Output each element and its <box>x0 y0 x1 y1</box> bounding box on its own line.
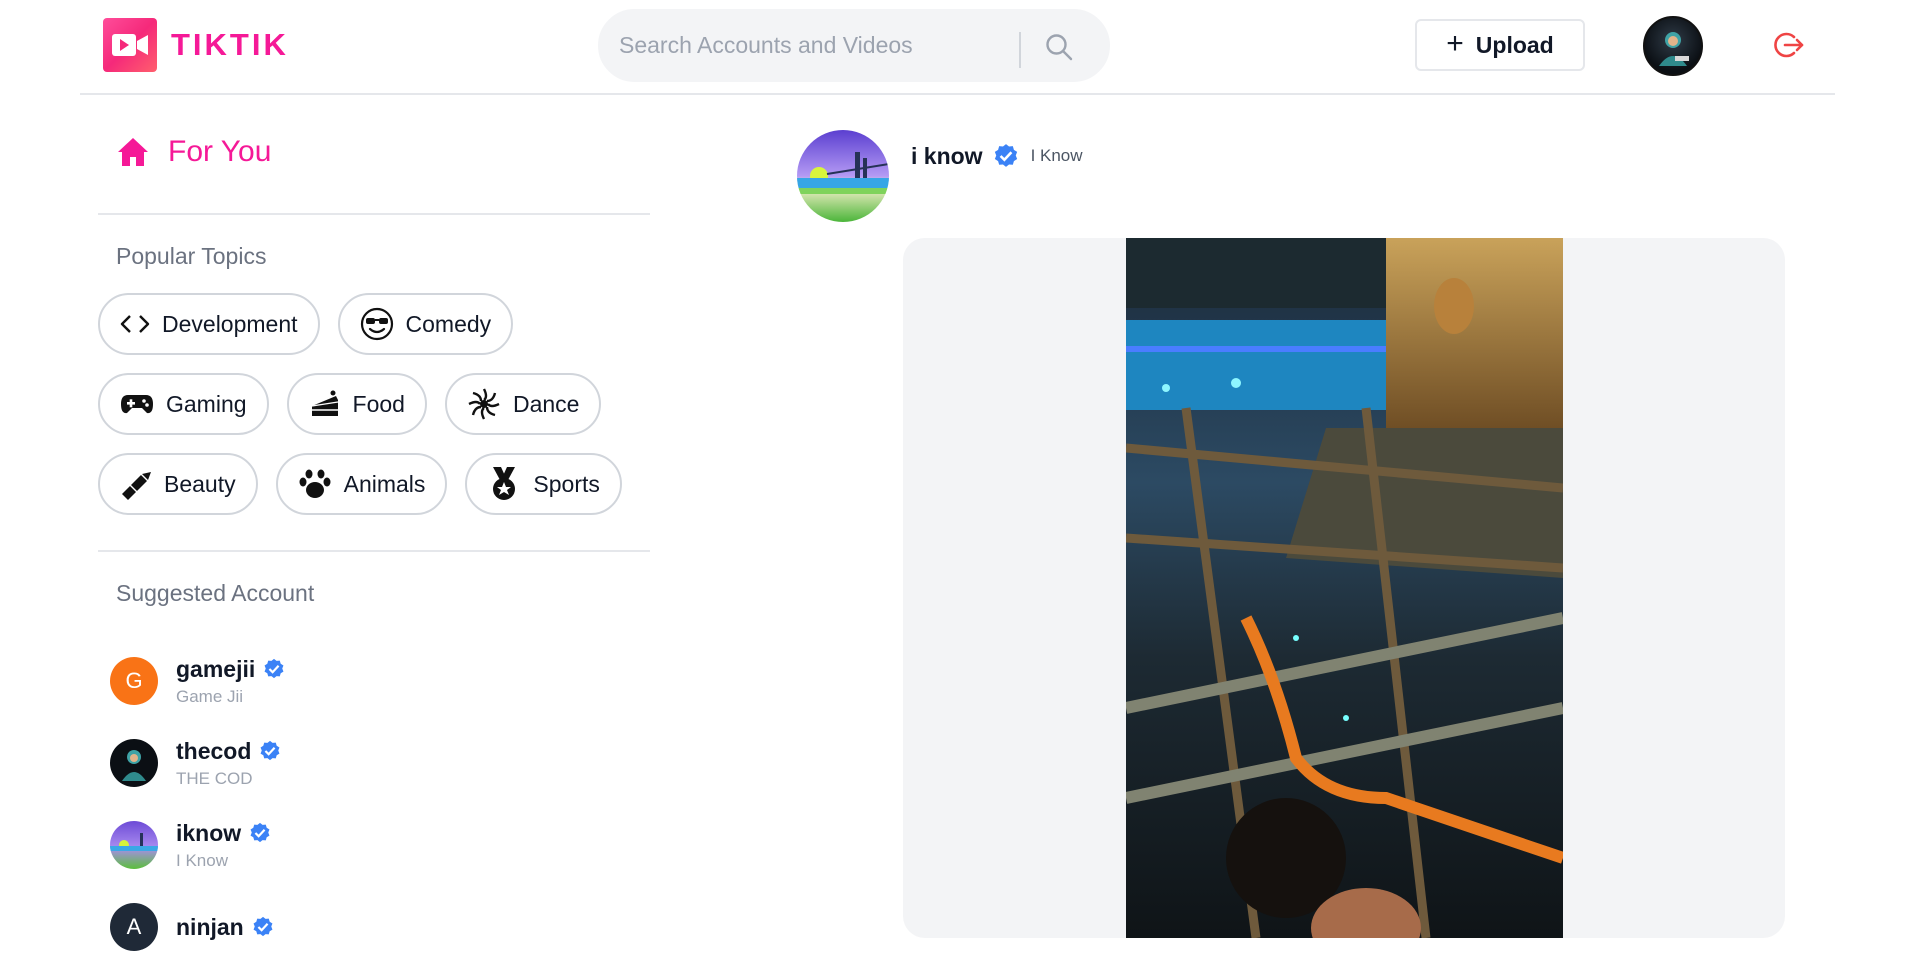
post-avatar[interactable] <box>797 130 889 222</box>
post-username[interactable]: i know <box>911 143 983 170</box>
home-icon <box>118 138 148 166</box>
topic-beauty[interactable]: Beauty <box>98 453 258 515</box>
video-player[interactable] <box>1126 238 1563 938</box>
logo-text: TIKTIK <box>171 27 289 62</box>
account-username: gamejii <box>176 655 256 682</box>
search-icon <box>1046 34 1073 61</box>
account-name: Game Jii <box>176 686 244 706</box>
topics-list: Development Comedy Gaming Food Dance Bea… <box>98 293 650 533</box>
search-divider <box>1019 32 1021 68</box>
suggested-account[interactable]: G gamejii Game Jii <box>110 640 650 722</box>
topic-gaming[interactable]: Gaming <box>98 373 269 435</box>
paw-icon <box>299 469 331 498</box>
topic-label: Gaming <box>166 390 247 417</box>
post-fullname: I Know <box>1030 146 1083 165</box>
topic-comedy[interactable]: Comedy <box>337 293 514 355</box>
navbar: TIKTIK + Upload <box>80 0 1835 95</box>
topic-label: Sports <box>533 470 600 497</box>
account-username: thecod <box>176 737 252 764</box>
suggested-account[interactable]: A ninjan <box>110 886 650 968</box>
avatar: A <box>110 903 158 951</box>
logout-icon <box>1774 32 1804 58</box>
account-name: THE COD <box>176 768 253 788</box>
avatar: G <box>110 657 158 705</box>
account-username: iknow <box>176 819 242 846</box>
search-input[interactable] <box>619 10 1019 81</box>
logo[interactable]: TIKTIK <box>103 18 289 72</box>
sidebar-item-for-you[interactable]: For You <box>116 135 271 169</box>
popular-topics-title: Popular Topics <box>116 243 267 269</box>
avatar <box>110 739 158 787</box>
account-name: I Know <box>176 850 228 870</box>
search-bar <box>598 9 1110 82</box>
cake-icon <box>311 390 338 416</box>
suggested-accounts-title: Suggested Account <box>116 580 315 606</box>
topic-label: Comedy <box>405 310 492 337</box>
topic-label: Development <box>162 310 298 337</box>
video-container <box>903 238 1785 938</box>
search-button[interactable] <box>1037 28 1081 66</box>
sidebar: For You Popular Topics Development Comed… <box>98 95 650 951</box>
account-username: ninjan <box>176 913 244 940</box>
gamepad-icon <box>121 395 153 414</box>
video-camera-icon <box>103 18 157 72</box>
topic-sports[interactable]: Sports <box>465 453 622 515</box>
topic-animals[interactable]: Animals <box>275 453 448 515</box>
suggested-account[interactable]: iknow I Know <box>110 804 650 886</box>
for-you-label: For You <box>168 135 272 168</box>
lipstick-icon <box>122 472 151 500</box>
suggested-account[interactable]: thecod THE COD <box>110 722 650 804</box>
verified-icon <box>260 740 280 761</box>
avatar <box>110 821 158 869</box>
upload-button[interactable]: + Upload <box>1415 19 1585 71</box>
suggested-accounts-list: G gamejii Game Jii thecod THE COD iknow … <box>110 640 650 968</box>
code-icon <box>120 315 150 333</box>
sidebar-divider <box>98 550 650 552</box>
topic-label: Beauty <box>164 470 236 497</box>
verified-icon <box>994 144 1017 167</box>
topic-label: Animals <box>343 470 426 497</box>
plus-icon: + <box>1446 26 1464 60</box>
dance-burst-icon <box>468 388 500 420</box>
upload-label: Upload <box>1475 31 1554 58</box>
topic-dance[interactable]: Dance <box>444 373 602 435</box>
topic-development[interactable]: Development <box>98 293 320 355</box>
verified-icon <box>253 916 273 937</box>
verified-icon <box>264 658 284 679</box>
sunglasses-face-icon <box>360 307 393 341</box>
topic-food[interactable]: Food <box>286 373 427 435</box>
topic-label: Food <box>352 390 405 417</box>
topic-label: Dance <box>512 390 580 417</box>
medal-icon <box>493 467 516 500</box>
sidebar-divider <box>98 213 650 215</box>
verified-icon <box>250 822 270 843</box>
post-header: i know I Know <box>797 130 1083 222</box>
logout-button[interactable] <box>1772 28 1806 62</box>
user-avatar[interactable] <box>1643 16 1703 76</box>
